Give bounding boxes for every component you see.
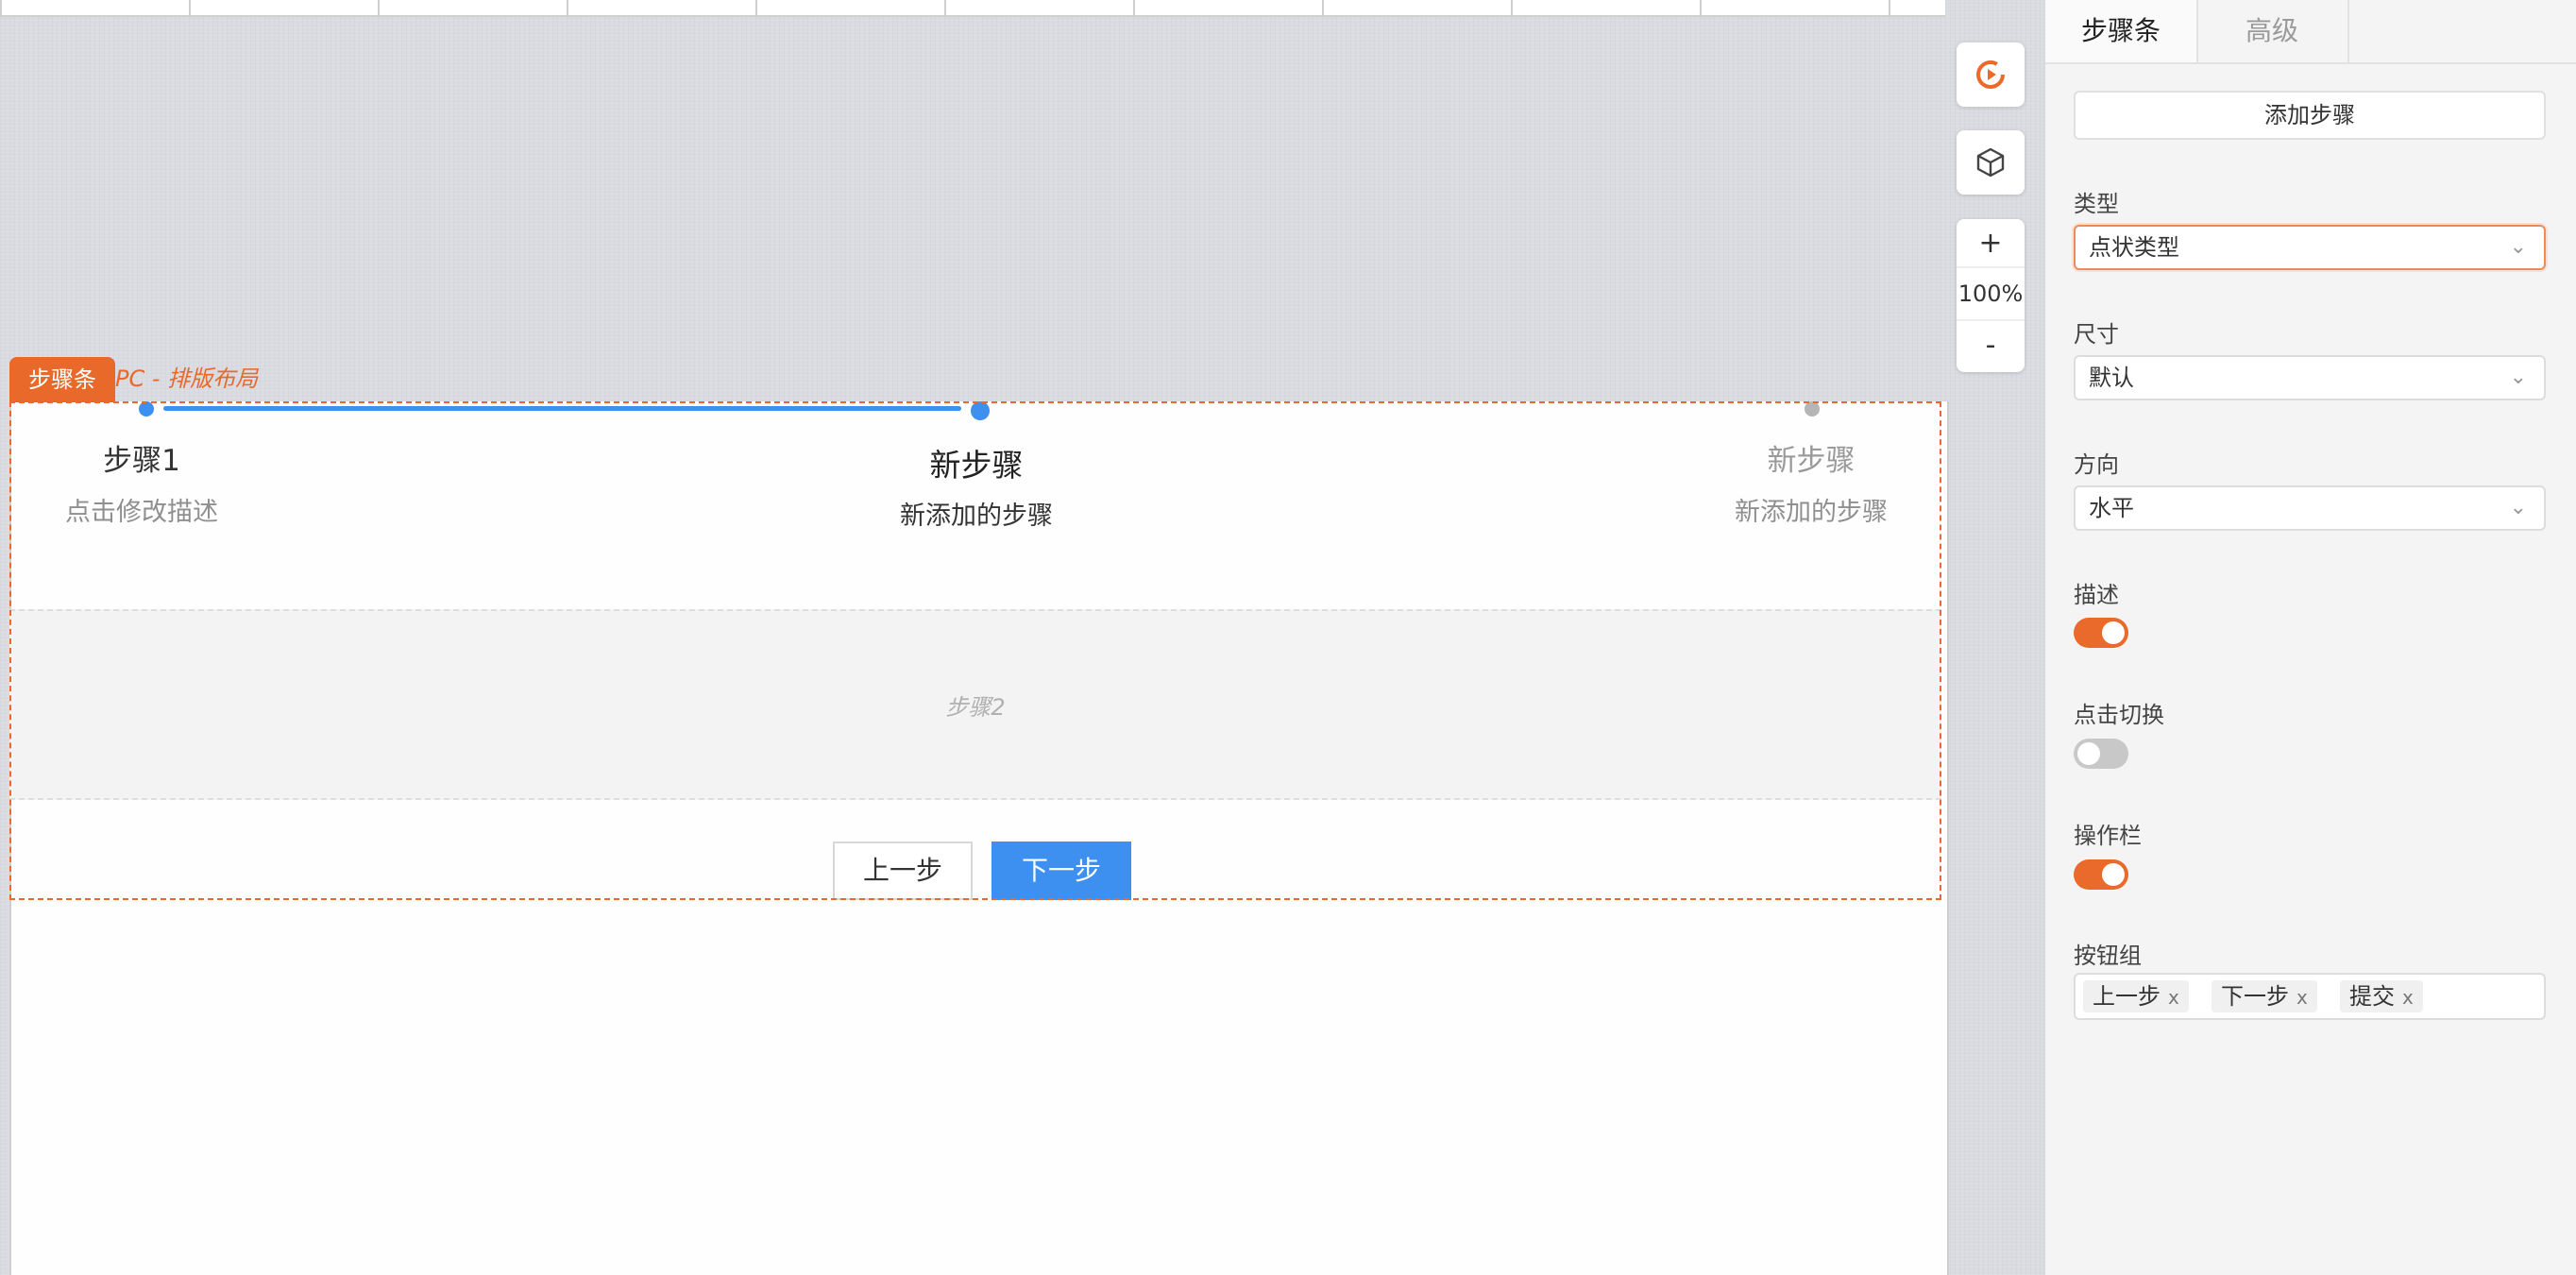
type-select[interactable]: 点状类型 ⌄ xyxy=(2074,225,2546,270)
click-switch-label: 点击切换 xyxy=(2074,702,2164,728)
step-progress-line xyxy=(163,406,961,411)
direction-select-value: 水平 xyxy=(2089,495,2134,521)
tab-advanced[interactable]: 高级 xyxy=(2196,0,2349,62)
zoom-control: + 100% - xyxy=(1957,219,2025,372)
step-dot-3[interactable] xyxy=(1805,401,1820,416)
description-label: 描述 xyxy=(2074,582,2119,608)
zoom-in-button[interactable]: + xyxy=(1957,219,2025,266)
tag-prev[interactable]: 上一步 x xyxy=(2083,980,2189,1012)
size-select-value: 默认 xyxy=(2089,365,2134,391)
step-dot-2[interactable] xyxy=(971,401,990,420)
step-desc-2[interactable]: 新添加的步骤 xyxy=(806,495,1146,532)
play-icon xyxy=(1976,60,2005,89)
tag-submit[interactable]: 提交 x xyxy=(2340,980,2423,1012)
3d-view-tool[interactable] xyxy=(1957,130,2025,195)
action-bar-toggle[interactable] xyxy=(2074,859,2128,890)
direction-label: 方向 xyxy=(2074,451,2119,478)
panel-tabs: 步骤条 高级 xyxy=(2045,0,2576,64)
close-icon[interactable]: x xyxy=(2168,986,2179,1009)
type-label: 类型 xyxy=(2074,191,2119,217)
close-icon[interactable]: x xyxy=(2402,986,2414,1009)
step-title-2[interactable]: 新步骤 xyxy=(806,440,1146,485)
step-title-1[interactable]: 步骤1 xyxy=(0,436,312,479)
click-switch-toggle[interactable] xyxy=(2074,739,2128,769)
zoom-level: 100% xyxy=(1957,266,2025,321)
step-content-area[interactable]: 步骤2 xyxy=(9,609,1941,800)
prev-step-button[interactable]: 上一步 xyxy=(833,842,973,900)
close-icon[interactable]: x xyxy=(2296,986,2308,1009)
tag-label: 下一步 xyxy=(2221,983,2289,1010)
chevron-down-icon: ⌄ xyxy=(2509,366,2527,389)
component-tag[interactable]: 步骤条 xyxy=(9,357,115,402)
direction-select[interactable]: 水平 ⌄ xyxy=(2074,485,2546,531)
tag-label: 提交 xyxy=(2349,983,2395,1010)
type-select-value: 点状类型 xyxy=(2089,234,2179,261)
horizontal-ruler xyxy=(0,0,1945,17)
next-step-button[interactable]: 下一步 xyxy=(991,842,1131,900)
design-canvas[interactable]: 步骤1 点击修改描述 新步骤 新添加的步骤 新步骤 新添加的步骤 步骤2 上一步… xyxy=(0,0,2043,1275)
button-group-label: 按钮组 xyxy=(2074,943,2142,969)
size-label: 尺寸 xyxy=(2074,321,2119,348)
step-desc-3[interactable]: 新添加的步骤 xyxy=(1641,491,1981,528)
zoom-out-button[interactable]: - xyxy=(1957,321,2025,368)
description-toggle[interactable] xyxy=(2074,618,2128,648)
add-step-button[interactable]: 添加步骤 xyxy=(2074,91,2546,140)
size-select[interactable]: 默认 ⌄ xyxy=(2074,355,2546,400)
chevron-down-icon: ⌄ xyxy=(2509,496,2527,519)
step-desc-1[interactable]: 点击修改描述 xyxy=(0,491,312,528)
button-group-input[interactable]: 上一步 x 下一步 x 提交 x xyxy=(2074,973,2546,1020)
tag-label: 上一步 xyxy=(2093,983,2161,1010)
step-content-label: 步骤2 xyxy=(945,694,1006,721)
action-bar-label: 操作栏 xyxy=(2074,823,2142,849)
preview-tool[interactable] xyxy=(1957,42,2025,107)
page-frame[interactable] xyxy=(9,401,1949,1275)
chevron-down-icon: ⌄ xyxy=(2509,235,2527,259)
step-dot-1[interactable] xyxy=(139,401,154,416)
component-subtitle: PC - 排版布局 xyxy=(115,366,259,392)
properties-panel: 步骤条 高级 添加步骤 类型 点状类型 ⌄ 尺寸 默认 ⌄ 方向 水平 ⌄ 描述… xyxy=(2043,0,2576,1275)
tab-steps[interactable]: 步骤条 xyxy=(2045,0,2198,62)
cube-icon xyxy=(1976,147,2005,178)
tag-next[interactable]: 下一步 x xyxy=(2212,980,2317,1012)
step-title-3[interactable]: 新步骤 xyxy=(1641,436,1981,479)
